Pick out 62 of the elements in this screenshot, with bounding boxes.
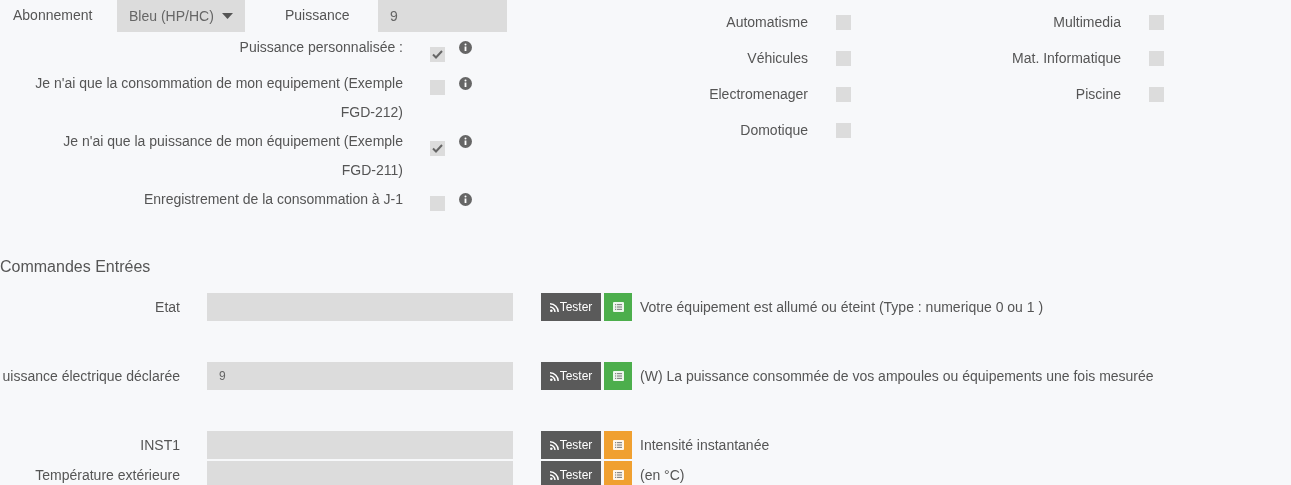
info-icon[interactable] — [459, 77, 472, 90]
category-label: Automatisme — [725, 13, 808, 32]
subscription-label: Abonnement — [13, 6, 94, 25]
command-description: Intensité instantanée — [640, 435, 770, 455]
checkbox[interactable] — [1149, 51, 1164, 66]
command-label: Température extérieure — [34, 465, 180, 485]
option-label: Enregistrement de la consommation à J-1 — [142, 190, 403, 209]
test-button[interactable]: Tester — [541, 431, 601, 459]
power-label: Puissance — [285, 6, 351, 25]
option-label: Puissance personnalisée : — [238, 38, 403, 57]
command-label: Etat — [154, 297, 180, 317]
power-field[interactable]: 9 — [378, 0, 507, 32]
option-label: Je n'ai que la consommation de mon equipement (Exemple FGD-212) — [34, 74, 403, 122]
category-label: Domotique — [739, 121, 808, 140]
checkbox[interactable] — [836, 15, 851, 30]
config-button[interactable] — [604, 431, 632, 459]
checkbox[interactable] — [836, 51, 851, 66]
checkbox[interactable] — [1149, 87, 1164, 102]
checkbox[interactable] — [430, 141, 445, 156]
command-description: (en °C) — [640, 465, 685, 485]
command-label: INST1 — [139, 435, 180, 455]
checkmark-icon — [432, 50, 443, 59]
command-field[interactable]: 9 — [207, 362, 513, 390]
command-field[interactable] — [207, 431, 513, 459]
category-label: Véhicules — [746, 49, 808, 68]
rss-icon — [549, 440, 559, 450]
test-button[interactable]: Tester — [541, 362, 601, 390]
subscription-select[interactable]: Bleu (HP/HC) — [117, 0, 245, 32]
command-description: Votre équipement est allumé ou éteint (Type : numerique 0 ou 1 ) — [640, 297, 1044, 317]
option-label: Je n'ai que la puissance de mon équipement (Exemple FGD-211) — [62, 132, 403, 180]
checkbox[interactable] — [836, 87, 851, 102]
checkmark-icon — [432, 144, 443, 153]
info-icon[interactable] — [459, 41, 472, 54]
command-description: (W) La puissance consommée de vos ampoules ou équipements une fois mesurée — [640, 366, 1154, 386]
category-label: Electromenager — [708, 85, 808, 104]
config-button[interactable] — [604, 293, 632, 321]
rss-icon — [549, 302, 559, 312]
list-icon — [612, 470, 624, 480]
info-icon[interactable] — [459, 193, 472, 206]
command-field[interactable] — [207, 461, 513, 485]
config-button[interactable] — [604, 461, 632, 485]
list-icon — [612, 371, 624, 381]
caret-icon — [222, 13, 233, 19]
rss-icon — [549, 470, 559, 480]
checkbox[interactable] — [430, 47, 445, 62]
rss-icon — [549, 371, 559, 381]
checkbox[interactable] — [1149, 15, 1164, 30]
category-label: Multimedia — [1052, 13, 1121, 32]
section-title: Commandes Entrées — [0, 257, 152, 277]
test-button[interactable]: Tester — [541, 461, 601, 485]
config-button[interactable] — [604, 362, 632, 390]
info-icon[interactable] — [459, 135, 472, 148]
checkbox[interactable] — [430, 196, 445, 211]
test-button[interactable]: Tester — [541, 293, 601, 321]
list-icon — [612, 440, 624, 450]
category-label: Piscine — [1074, 85, 1121, 104]
category-label: Mat. Informatique — [1011, 49, 1121, 68]
checkbox[interactable] — [430, 80, 445, 95]
checkbox[interactable] — [836, 123, 851, 138]
list-icon — [612, 302, 624, 312]
command-label: uissance électrique déclarée — [1, 366, 180, 386]
command-field[interactable] — [207, 293, 513, 321]
